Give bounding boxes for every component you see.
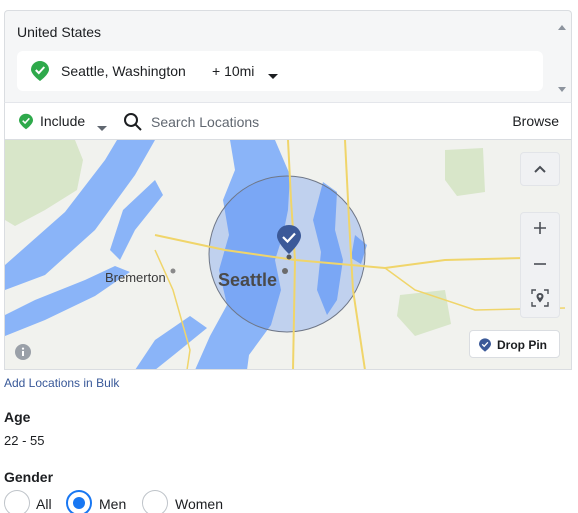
drop-pin-button[interactable]: Drop Pin: [469, 330, 560, 358]
caret-down-icon[interactable]: [267, 68, 279, 86]
gender-heading: Gender: [4, 469, 54, 485]
scroll-down-icon[interactable]: [558, 80, 566, 98]
age-heading: Age: [4, 409, 31, 425]
selected-location-label: Seattle, Washington: [61, 63, 186, 79]
gender-label-men[interactable]: Men: [99, 496, 126, 512]
browse-button[interactable]: Browse: [512, 113, 559, 129]
zoom-in-button[interactable]: [521, 213, 559, 247]
gender-radio-all[interactable]: [4, 490, 30, 513]
selected-location-chip[interactable]: Seattle, Washington + 10mi: [17, 51, 543, 91]
gender-label-all[interactable]: All: [36, 496, 52, 512]
gender-radio-men[interactable]: [66, 490, 92, 513]
zoom-controls: [520, 212, 560, 318]
gender-label-women[interactable]: Women: [175, 496, 223, 512]
map-collapse-button[interactable]: [520, 152, 560, 186]
search-icon: [123, 112, 143, 137]
add-locations-bulk-link[interactable]: Add Locations in Bulk: [4, 376, 119, 390]
map[interactable]: Seattle Bremerton Drop Pin: [4, 140, 572, 370]
include-search-bar: Include Browse: [4, 102, 572, 140]
map-city-seattle: Seattle: [218, 270, 278, 290]
country-label: United States: [17, 24, 102, 40]
locate-icon: [531, 288, 549, 312]
age-range-value[interactable]: 22 - 55: [4, 433, 44, 448]
check-pin-icon: [19, 113, 33, 135]
chevron-up-icon: [534, 160, 546, 178]
locate-button[interactable]: [521, 283, 559, 317]
gender-radio-women[interactable]: [142, 490, 168, 513]
scroll-up-icon[interactable]: [558, 17, 566, 35]
minus-icon: [534, 257, 546, 275]
include-dropdown[interactable]: Include: [40, 113, 85, 129]
search-locations-input[interactable]: [151, 110, 481, 134]
map-city-bremerton: Bremerton: [105, 270, 166, 285]
location-panel: United States Seattle, Washington + 10mi: [4, 10, 572, 102]
zoom-out-button[interactable]: [521, 249, 559, 283]
check-pin-icon: [31, 61, 49, 86]
caret-down-icon[interactable]: [97, 119, 107, 137]
plus-icon: [534, 221, 546, 239]
pin-icon: [479, 338, 491, 355]
info-icon[interactable]: [15, 344, 31, 365]
drop-pin-label: Drop Pin: [497, 338, 547, 352]
radius-label[interactable]: + 10mi: [212, 63, 254, 79]
